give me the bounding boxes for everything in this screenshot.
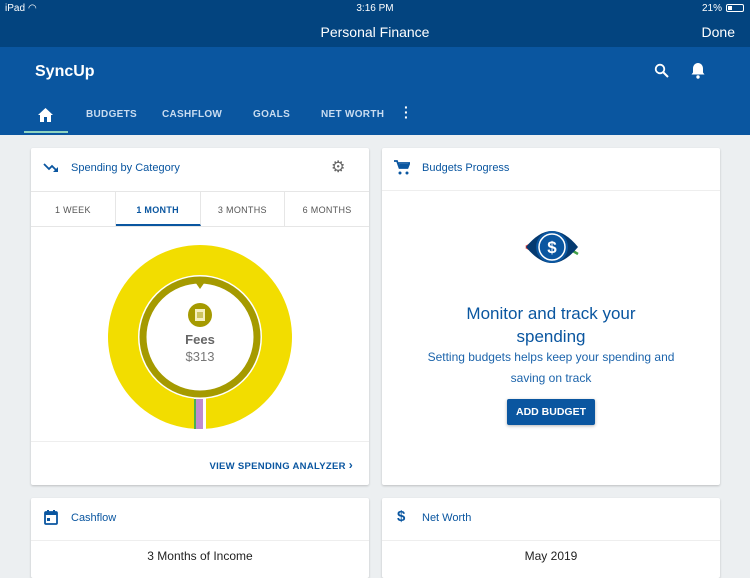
- tab-budgets[interactable]: BUDGETS: [86, 109, 137, 120]
- more-icon[interactable]: · · ·: [404, 100, 409, 124]
- gear-icon[interactable]: ⚙: [331, 157, 345, 177]
- cashflow-card: Cashflow 3 Months of Income: [31, 498, 369, 578]
- active-tab-indicator: [24, 131, 68, 133]
- receipt-icon: [188, 303, 212, 327]
- spending-card: Spending by Category ⚙ 1 WEEK 1 MONTH 3 …: [31, 148, 369, 485]
- net-worth-subtitle: May 2019: [524, 549, 578, 563]
- nav-bar: Personal Finance Done: [0, 16, 750, 47]
- period-1-month[interactable]: 1 MONTH: [115, 192, 201, 226]
- battery-icon: [726, 4, 744, 12]
- app-bar: SyncUp BUDGETS CASHFLOW GOALS NET WORTH …: [0, 47, 750, 135]
- period-3-months[interactable]: 3 MONTHS: [201, 192, 286, 226]
- cashflow-subtitle: 3 Months of Income: [147, 549, 253, 563]
- done-button[interactable]: Done: [702, 24, 735, 40]
- net-worth-card: $ Net Worth May 2019: [382, 498, 720, 578]
- tab-home[interactable]: [38, 108, 53, 122]
- selected-amount: $313: [185, 349, 215, 364]
- period-6-months[interactable]: 6 MONTHS: [285, 192, 369, 226]
- link-label: VIEW SPENDING ANALYZER: [209, 461, 346, 472]
- tab-net-worth[interactable]: NET WORTH: [321, 109, 384, 120]
- budgets-body: Setting budgets helps keep your spending…: [427, 350, 675, 385]
- svg-text:$: $: [547, 238, 557, 257]
- budgets-heading: Monitor and track your spending: [466, 304, 636, 346]
- clock: 3:16 PM: [356, 3, 394, 14]
- donut-segment-other-1: [194, 399, 196, 429]
- cart-icon: [394, 160, 410, 175]
- calendar-icon: [44, 510, 58, 525]
- budgets-card: Budgets Progress $ Monitor and track you…: [382, 148, 720, 485]
- budget-dollar-icon: $: [525, 231, 579, 263]
- tab-goals[interactable]: GOALS: [253, 109, 290, 120]
- card-title: Budgets Progress: [422, 162, 510, 174]
- donut-segment-other-2: [196, 399, 203, 429]
- card-title: Cashflow: [71, 512, 117, 524]
- brand: SyncUp: [35, 63, 95, 80]
- battery-percent: 21%: [701, 3, 722, 14]
- selected-category: Fees: [185, 332, 215, 347]
- view-spending-analyzer-link[interactable]: VIEW SPENDING ANALYZER ›: [209, 458, 353, 472]
- chevron-right-icon: ›: [348, 458, 353, 472]
- bell-icon[interactable]: [690, 62, 706, 80]
- trending-down-icon: [43, 163, 58, 172]
- tab-cashflow[interactable]: CASHFLOW: [162, 109, 222, 120]
- search-icon[interactable]: [654, 63, 670, 79]
- tab-bar: BUDGETS CASHFLOW GOALS NET WORTH · · ·: [0, 100, 750, 135]
- card-title: Net Worth: [422, 512, 472, 524]
- dollar-icon: $: [397, 508, 406, 525]
- status-bar: iPad ◠ 3:16 PM 21%: [0, 0, 750, 16]
- card-title: Spending by Category: [71, 162, 180, 174]
- period-1-week[interactable]: 1 WEEK: [31, 192, 116, 226]
- nav-title: Personal Finance: [320, 24, 430, 40]
- add-budget-button[interactable]: ADD BUDGET: [507, 399, 595, 425]
- period-tabs: 1 WEEK 1 MONTH 3 MONTHS 6 MONTHS: [31, 191, 369, 227]
